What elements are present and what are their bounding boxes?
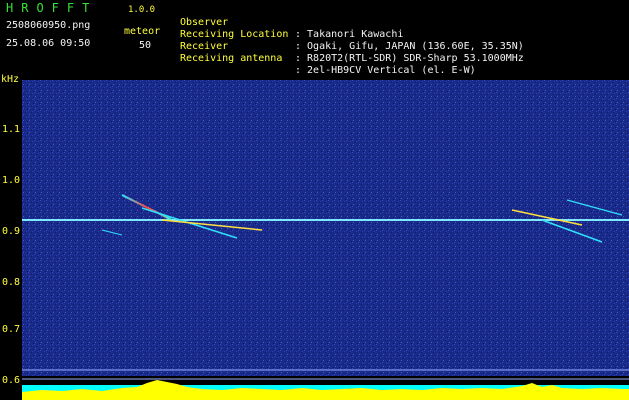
info-location: Receiving Location : Ogaki, Gifu, JAPAN …	[180, 17, 524, 52]
spectrogram	[22, 80, 629, 400]
freq-tick: 0.8	[2, 277, 21, 288]
freq-tick: 1.0	[2, 175, 21, 186]
capture-datetime: 25.08.06 09:50	[6, 38, 91, 49]
meter-yellow	[22, 380, 629, 400]
meteor-count: 50	[139, 40, 152, 51]
info-observer: Observer : Takanori Kawachi	[180, 5, 403, 40]
freq-tick: 0.7	[2, 324, 21, 335]
spectrogram-noise	[22, 80, 629, 376]
info-receiver: Receiver : R820T2(RTL-SDR) SDR-Sharp 53.…	[180, 29, 524, 64]
file-name: 2508060950.png	[6, 20, 91, 31]
observer-value: : Takanori Kawachi	[295, 29, 404, 40]
info-antenna: Receiving antenna : 2el-HB9CV Vertical (…	[180, 41, 476, 76]
antenna-label: Receiving antenna	[180, 53, 283, 64]
freq-tick: 0.6	[2, 375, 21, 386]
location-value: : Ogaki, Gifu, JAPAN (136.60E, 35.35N)	[295, 41, 524, 52]
receiver-value: : R820T2(RTL-SDR) SDR-Sharp 53.1000MHz	[295, 53, 524, 64]
meteor-label: meteor	[124, 26, 161, 37]
antenna-value: : 2el-HB9CV Vertical (el. E-W)	[295, 65, 476, 76]
app-logo: HROFFT	[6, 1, 98, 15]
app-version: 1.0.0	[128, 5, 156, 15]
hrofft-screen: HROFFT 1.0.0 2508060950.png 25.08.06 09:…	[0, 0, 629, 400]
freq-tick: 1.1	[2, 124, 21, 135]
freq-tick: 0.9	[2, 226, 21, 237]
frequency-unit-label: kHz	[1, 74, 20, 85]
